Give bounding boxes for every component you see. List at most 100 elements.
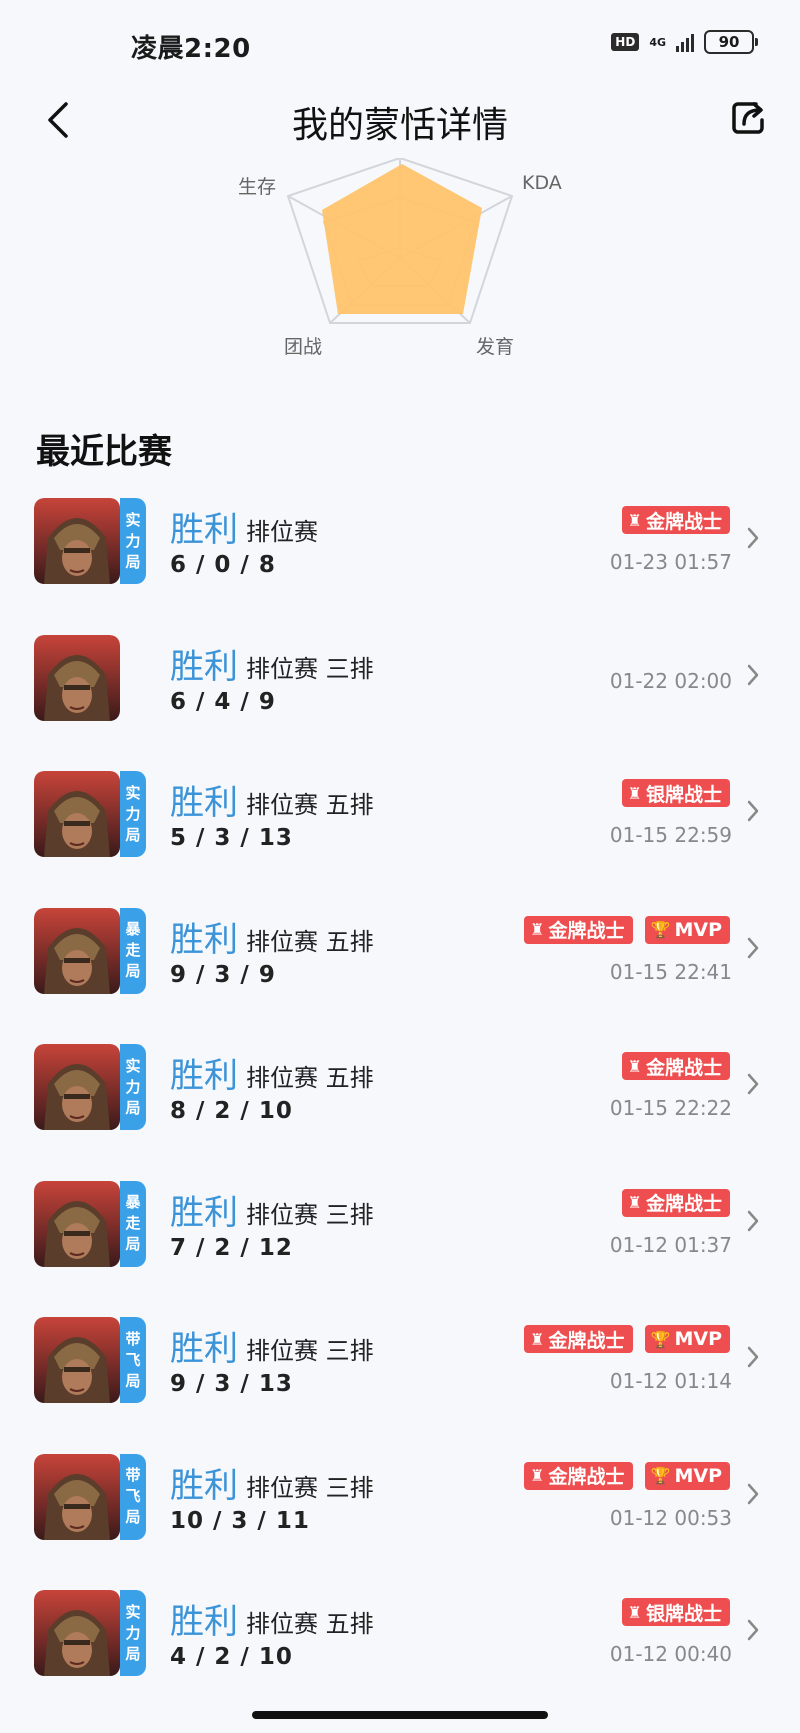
trophy-icon: 🏆 xyxy=(650,1466,671,1485)
warrior-icon: ♜ xyxy=(530,1329,545,1349)
match-row[interactable]: 实力局 胜利 排位赛 五排 8 / 2 / 10 ♜ 金牌战士 01-15 22… xyxy=(0,1040,800,1177)
hero-portrait xyxy=(34,1317,120,1403)
mode-tag: 带飞局 xyxy=(120,1317,146,1403)
share-icon[interactable] xyxy=(726,96,770,140)
home-indicator[interactable] xyxy=(252,1711,548,1719)
mode-tag: 实力局 xyxy=(120,498,146,584)
match-result: 胜利 xyxy=(170,783,238,823)
badge-label: 金牌战士 xyxy=(548,1329,625,1352)
match-result: 胜利 xyxy=(170,1192,238,1233)
badge-group: ♜ 金牌战士 🏆 MVP xyxy=(524,915,730,944)
mode-tag-char: 局 xyxy=(125,1371,141,1390)
battery-icon: 90 xyxy=(704,30,758,54)
match-time: 01-15 22:59 xyxy=(609,823,732,847)
mode-tag: 实力局 xyxy=(120,1044,146,1130)
hero-portrait xyxy=(34,498,120,584)
match-time: 01-22 02:00 xyxy=(609,668,732,693)
mode-tag-char: 带 xyxy=(125,1466,141,1484)
match-result: 胜利 xyxy=(170,510,238,550)
hero-portrait xyxy=(34,1180,120,1267)
match-kda: 6 / 0 / 8 xyxy=(170,552,276,578)
header: 我的蒙恬详情 xyxy=(0,86,800,154)
hero-avatar: 实力局 xyxy=(34,498,146,584)
warrior-icon: ♜ xyxy=(627,1056,642,1076)
badge-group: ♜ 银牌战士 xyxy=(621,1598,730,1626)
radar-label-growth: 发育 xyxy=(476,336,515,358)
achievement-badge: ♜ 金牌战士 xyxy=(524,1461,633,1490)
chevron-right-icon[interactable] xyxy=(746,663,760,687)
match-kda: 8 / 2 / 10 xyxy=(170,1098,293,1124)
achievement-badge: ♜ 金牌战士 xyxy=(621,1188,730,1217)
achievement-badge: 🏆 MVP xyxy=(644,1461,730,1490)
match-row[interactable]: 实力局 胜利 排位赛 五排 5 / 3 / 13 ♜ 银牌战士 01-15 22… xyxy=(0,767,800,904)
mode-tag-char: 力 xyxy=(125,1623,141,1642)
hd-icon: HD xyxy=(611,33,640,51)
match-mode: 排位赛 xyxy=(246,518,318,546)
match-list: 实力局 胜利 排位赛 6 / 0 / 8 ♜ 金牌战士 01-23 01:57 … xyxy=(0,494,800,1723)
match-mode: 排位赛 五排 xyxy=(246,1064,374,1092)
badge-group: ♜ 银牌战士 xyxy=(621,779,730,807)
badge-label: 金牌战士 xyxy=(645,510,722,533)
chevron-right-icon[interactable] xyxy=(746,1345,760,1369)
chevron-right-icon[interactable] xyxy=(746,1482,760,1506)
trophy-icon: 🏆 xyxy=(650,920,671,939)
hero-portrait xyxy=(34,1453,120,1540)
mode-tag: 暴走局 xyxy=(120,907,146,994)
mode-tag-char: 力 xyxy=(125,1077,141,1096)
chevron-right-icon[interactable] xyxy=(746,1072,760,1096)
mode-tag-char: 实 xyxy=(125,1602,141,1621)
match-time: 01-23 01:57 xyxy=(609,550,732,574)
match-row[interactable]: 暴走局 胜利 排位赛 三排 7 / 2 / 12 ♜ 金牌战士 01-12 01… xyxy=(0,1177,800,1314)
mode-tag-char: 局 xyxy=(125,1098,141,1117)
match-kda: 6 / 4 / 9 xyxy=(170,688,276,715)
warrior-icon: ♜ xyxy=(627,510,642,530)
match-row[interactable]: 胜利 排位赛 三排 6 / 4 / 9 01-22 02:00 xyxy=(0,631,800,768)
match-time: 01-15 22:22 xyxy=(609,1096,732,1120)
hero-portrait xyxy=(34,907,120,994)
mode-tag-char: 暴 xyxy=(125,1193,141,1211)
mode-tag-char: 实 xyxy=(125,510,141,529)
chevron-right-icon[interactable] xyxy=(746,799,760,823)
chevron-right-icon[interactable] xyxy=(746,1618,760,1642)
chevron-right-icon[interactable] xyxy=(746,526,760,550)
match-row[interactable]: 实力局 胜利 排位赛 6 / 0 / 8 ♜ 金牌战士 01-23 01:57 xyxy=(0,494,800,631)
achievement-badge: ♜ 金牌战士 xyxy=(621,506,730,534)
hero-avatar xyxy=(34,634,120,721)
warrior-icon: ♜ xyxy=(530,920,545,939)
badge-label: 银牌战士 xyxy=(645,1602,722,1625)
mode-tag-char: 局 xyxy=(125,1644,141,1663)
match-row[interactable]: 带飞局 胜利 排位赛 三排 9 / 3 / 13 ♜ 金牌战士 🏆 MVP 01… xyxy=(0,1313,800,1450)
hero-portrait xyxy=(34,634,120,721)
warrior-icon: ♜ xyxy=(627,1602,642,1622)
radar-chart: 生存 KDA 发育 团战 xyxy=(230,156,570,358)
mode-tag-char: 局 xyxy=(125,1508,141,1526)
match-kda: 10 / 3 / 11 xyxy=(170,1507,310,1534)
radar-label-kda: KDA xyxy=(522,172,562,194)
achievement-badge: ♜ 银牌战士 xyxy=(621,779,730,807)
match-row[interactable]: 带飞局 胜利 排位赛 三排 10 / 3 / 11 ♜ 金牌战士 🏆 MVP 0… xyxy=(0,1450,800,1587)
mode-tag-char: 带 xyxy=(125,1329,141,1348)
badge-label: 金牌战士 xyxy=(645,1056,722,1079)
badge-label: MVP xyxy=(674,1328,722,1350)
mode-tag-char: 走 xyxy=(125,941,141,959)
badge-label: MVP xyxy=(674,1464,722,1487)
achievement-badge: ♜ 金牌战士 xyxy=(524,915,633,944)
chevron-right-icon[interactable] xyxy=(746,936,760,960)
match-time: 01-15 22:41 xyxy=(609,959,732,984)
match-mode: 排位赛 三排 xyxy=(246,1473,374,1502)
match-row[interactable]: 暴走局 胜利 排位赛 五排 9 / 3 / 9 ♜ 金牌战士 🏆 MVP 01-… xyxy=(0,904,800,1041)
mode-tag-char: 局 xyxy=(125,552,141,571)
match-kda: 9 / 3 / 13 xyxy=(170,1371,293,1397)
match-result: 胜利 xyxy=(170,646,238,687)
match-time: 01-12 01:14 xyxy=(609,1369,732,1393)
match-kda: 7 / 2 / 12 xyxy=(170,1234,293,1261)
warrior-icon: ♜ xyxy=(627,783,642,803)
chevron-right-icon[interactable] xyxy=(746,1209,760,1233)
network-type: 4G xyxy=(649,35,666,49)
trophy-icon: 🏆 xyxy=(650,1329,671,1349)
mode-tag: 实力局 xyxy=(120,1590,146,1676)
match-row[interactable]: 实力局 胜利 排位赛 五排 4 / 2 / 10 ♜ 银牌战士 01-12 00… xyxy=(0,1586,800,1723)
hero-avatar: 暴走局 xyxy=(34,1180,146,1267)
badge-label: 金牌战士 xyxy=(645,1193,722,1215)
mode-tag-char: 走 xyxy=(125,1214,141,1232)
